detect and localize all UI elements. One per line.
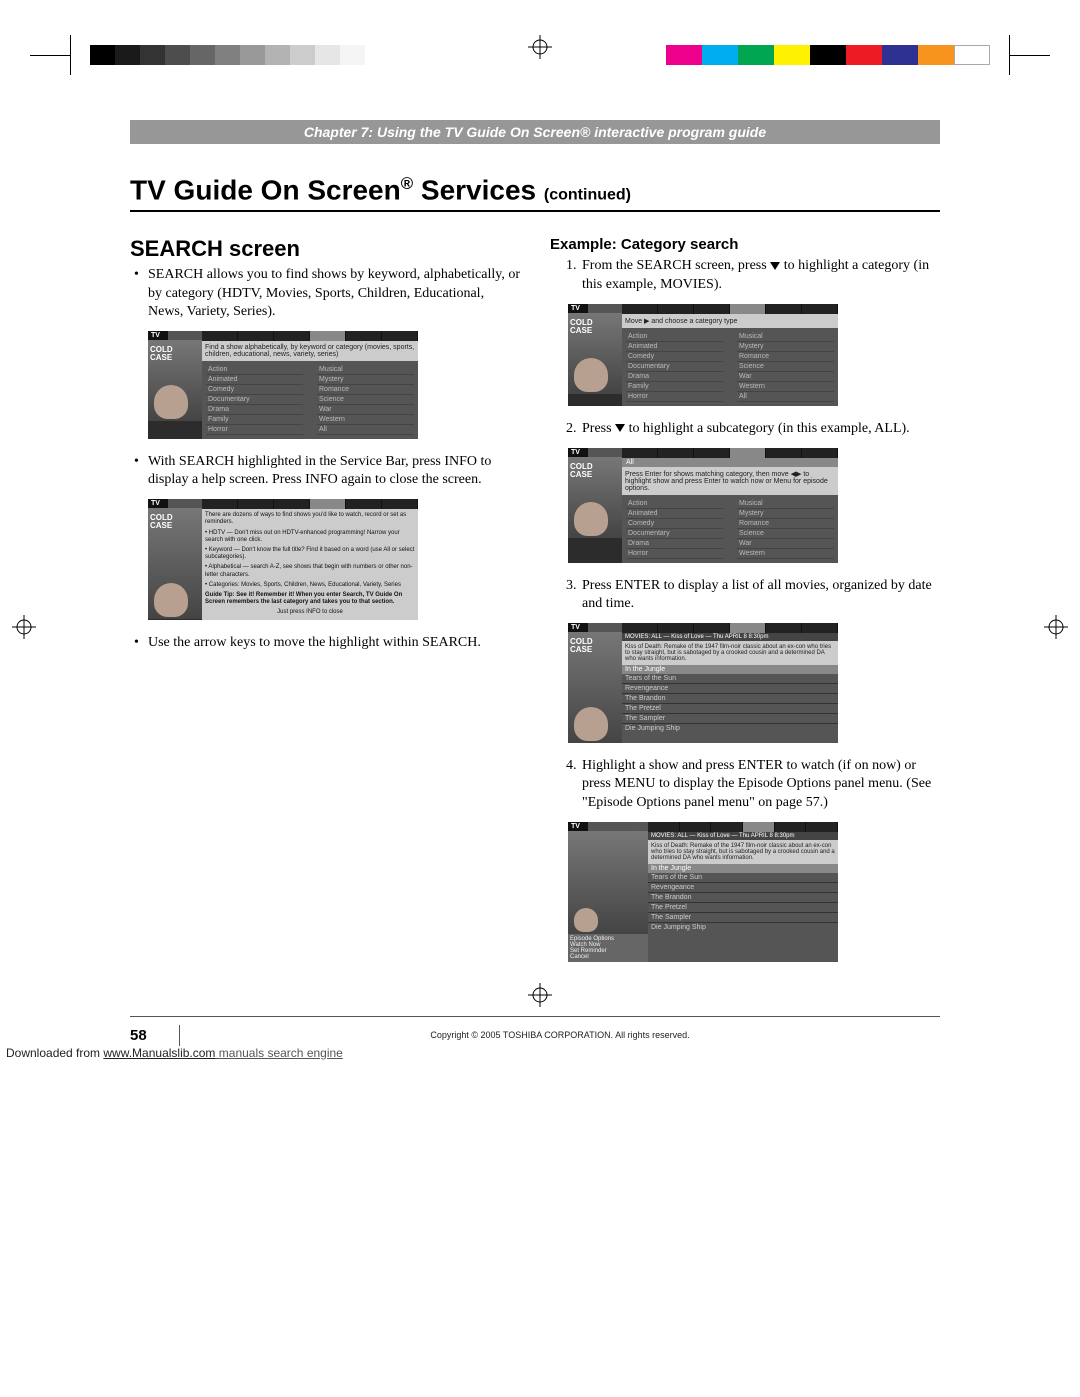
movie-description: Kiss of Death: Remake of the 1947 film-n… bbox=[622, 641, 838, 665]
category-cell: War bbox=[317, 405, 414, 415]
manualslib-link[interactable]: www.Manualslib.com bbox=[103, 1046, 215, 1060]
tip-line: • HDTV — Don't miss out on HDTV-enhanced… bbox=[205, 530, 415, 544]
figure-caption: Move ▶ and choose a category type bbox=[622, 314, 838, 328]
tip-line: There are dozens of ways to find shows y… bbox=[205, 512, 415, 526]
figure-category-pick: TV COLD CASE Move ▶ and choose a categor… bbox=[568, 304, 838, 406]
category-cell: Musical bbox=[317, 365, 414, 375]
print-registration-bar bbox=[0, 20, 1080, 70]
tv-badge-icon: TV bbox=[568, 623, 588, 632]
registration-mark-icon bbox=[1044, 615, 1068, 644]
figure-movie-list: TV COLD CASE MOVIES: ALL — Kiss of Love … bbox=[568, 623, 838, 743]
figure-caption: Find a show alphabetically, by keyword o… bbox=[202, 341, 418, 361]
chapter-heading: Chapter 7: Using the TV Guide On Screen®… bbox=[130, 120, 940, 144]
title-text-b: Services bbox=[413, 174, 544, 205]
tv-badge-icon: TV bbox=[568, 304, 588, 313]
tip-line: Just press INFO to close bbox=[205, 609, 415, 616]
crop-mark bbox=[1010, 55, 1050, 56]
color-swatches bbox=[666, 45, 990, 65]
poster-cold-case: COLD CASE bbox=[148, 508, 202, 619]
crop-mark bbox=[30, 55, 70, 56]
title-continued: (continued) bbox=[544, 186, 631, 203]
category-cell: Science bbox=[317, 395, 414, 405]
registered-mark: ® bbox=[401, 174, 413, 193]
figure-subcategory-pick: TV COLD CASE All Press Enter for shows m… bbox=[568, 448, 838, 563]
figure-episode-options: TV Episode OptionsWatch NowSet ReminderC… bbox=[568, 822, 838, 962]
category-cell: Western bbox=[317, 415, 414, 425]
download-source-line: Downloaded from www.Manualslib.com manua… bbox=[6, 1046, 343, 1060]
category-cell: Drama bbox=[206, 405, 303, 415]
bullet-item: Use the arrow keys to move the highlight… bbox=[148, 634, 520, 652]
category-cell: Mystery bbox=[317, 375, 414, 385]
section-heading-search: SEARCH screen bbox=[130, 236, 520, 262]
category-cell: Horror bbox=[206, 425, 303, 435]
category-cell: Documentary bbox=[206, 395, 303, 405]
tip-line: • Categories: Movies, Sports, Children, … bbox=[205, 582, 415, 589]
subcat-all-row: All bbox=[622, 458, 838, 467]
tv-badge-icon: TV bbox=[148, 499, 168, 508]
tip-line: • Alphabetical — search A-Z, see shows t… bbox=[205, 564, 415, 578]
crop-mark bbox=[70, 35, 71, 75]
registration-mark-icon bbox=[12, 615, 36, 644]
tv-badge-icon: TV bbox=[148, 331, 168, 340]
bullet-item: With SEARCH highlighted in the Service B… bbox=[148, 453, 520, 489]
bullet-item: SEARCH allows you to find shows by keywo… bbox=[148, 266, 520, 321]
category-cell: All bbox=[317, 425, 414, 435]
title-text-a: TV Guide On Screen bbox=[130, 174, 401, 205]
tv-badge-icon: TV bbox=[568, 822, 588, 831]
registration-mark-icon bbox=[528, 983, 552, 1012]
figure-caption: Press Enter for shows matching category,… bbox=[622, 467, 838, 495]
movie-header: MOVIES: ALL — Kiss of Love — Thu APRIL 8… bbox=[622, 633, 838, 641]
category-cell: Comedy bbox=[206, 385, 303, 395]
example-heading: Example: Category search bbox=[550, 236, 940, 253]
down-arrow-icon bbox=[615, 424, 625, 432]
tip-line: • Keyword — Don't know the full title? F… bbox=[205, 547, 415, 561]
crop-mark bbox=[1009, 35, 1010, 75]
movie-header: MOVIES: ALL — Kiss of Love — Thu APRIL 8… bbox=[648, 832, 838, 840]
figure-search-main: TV COLD CASE Find a show alphabetically,… bbox=[148, 331, 418, 439]
registration-mark-icon bbox=[528, 35, 552, 64]
category-cell: Romance bbox=[317, 385, 414, 395]
page-title: TV Guide On Screen® Services (continued) bbox=[130, 174, 940, 212]
tv-badge-icon: TV bbox=[568, 448, 588, 457]
step-item: Highlight a show and press ENTER to watc… bbox=[580, 757, 940, 812]
movie-description: Kiss of Death: Remake of the 1947 film-n… bbox=[648, 840, 838, 864]
category-cell: Animated bbox=[206, 375, 303, 385]
tip-line: Guide Tip: See it! Remember it! When you… bbox=[205, 592, 415, 606]
copyright-text: Copyright © 2005 TOSHIBA CORPORATION. Al… bbox=[180, 1030, 940, 1040]
category-cell: Family bbox=[206, 415, 303, 425]
page-footer: 58 Copyright © 2005 TOSHIBA CORPORATION.… bbox=[130, 1016, 940, 1046]
category-cell: Action bbox=[206, 365, 303, 375]
step-item: Press to highlight a subcategory (in thi… bbox=[580, 420, 940, 438]
step-item: Press ENTER to display a list of all mov… bbox=[580, 577, 940, 613]
grayscale-swatches bbox=[90, 45, 365, 65]
page-number: 58 bbox=[130, 1025, 180, 1046]
poster-cold-case: COLD CASE bbox=[148, 340, 202, 421]
step-item: From the SEARCH screen, press to highlig… bbox=[580, 257, 940, 293]
down-arrow-icon bbox=[770, 262, 780, 270]
figure-search-help: TV COLD CASE There are dozens of ways to… bbox=[148, 499, 418, 619]
